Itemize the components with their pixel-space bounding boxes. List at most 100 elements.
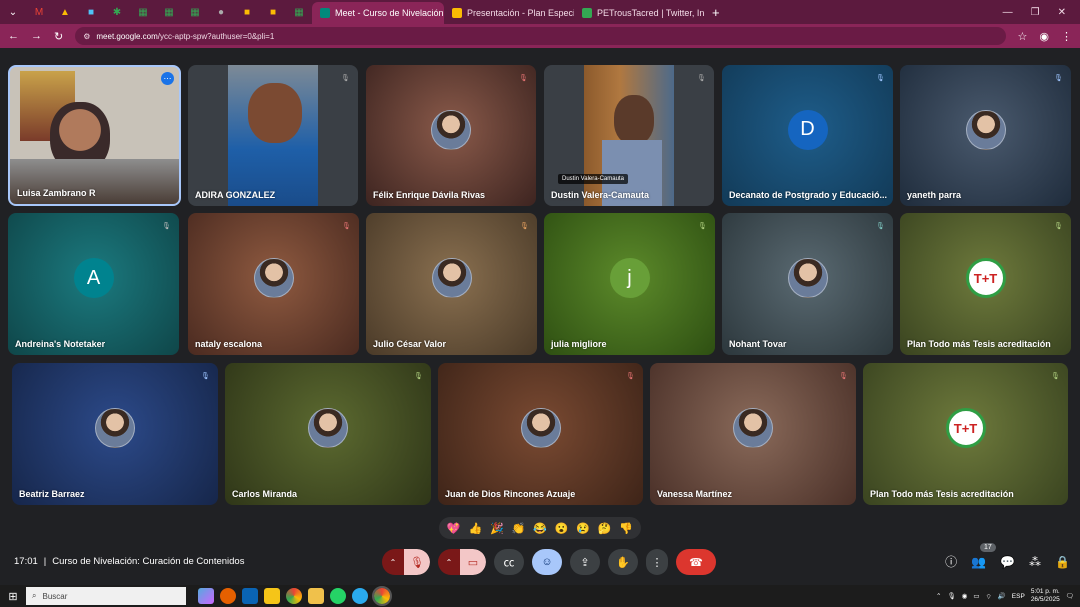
whatsapp-icon[interactable] <box>330 588 346 604</box>
reaction-heart-icon[interactable]: 💖 <box>447 522 461 535</box>
reaction-thumbs-up-icon[interactable]: 👍 <box>468 522 482 535</box>
reaction-clap-icon[interactable]: 👏 <box>512 522 526 535</box>
more-options-button[interactable]: ⋮ <box>646 549 668 575</box>
mic-options-icon[interactable]: ⌃ <box>382 549 404 575</box>
camera-options-icon[interactable]: ⌃ <box>438 549 460 575</box>
pinned-tab[interactable]: ▦ <box>130 0 156 24</box>
pinned-tab[interactable]: ▲ <box>52 0 78 24</box>
face <box>248 83 302 143</box>
chrome-profile-icon[interactable] <box>372 586 392 606</box>
telegram-icon[interactable] <box>352 588 368 604</box>
taskbar-clock[interactable]: 5:01 p. m. 26/5/2025 <box>1031 588 1060 604</box>
sticky-notes-icon[interactable] <box>264 588 280 604</box>
tray-wifi-icon[interactable]: ⌔ <box>986 592 992 601</box>
participant-name: Dustin Valera-Camauta <box>551 190 650 200</box>
participant-tile[interactable]: 🎙 Félix Enrique Dávila Rivas <box>366 65 536 206</box>
profile-avatar[interactable]: ◉ <box>1039 30 1049 43</box>
pinned-tab[interactable]: ■ <box>260 0 286 24</box>
pinned-tab[interactable]: ▦ <box>156 0 182 24</box>
camera-off-button[interactable]: ▭ <box>460 549 486 575</box>
participant-tile[interactable]: A 🎙 Andreina's Notetaker <box>8 213 179 355</box>
tab-meet[interactable]: Meet - Curso de Nivelación ✕ <box>312 2 444 24</box>
host-controls-icon[interactable]: 🔒 <box>1055 555 1070 569</box>
site-info-icon[interactable]: ⚙ <box>83 32 90 41</box>
reaction-sad-icon[interactable]: 😢 <box>576 522 590 535</box>
participant-name: Vanessa Martínez <box>657 489 733 499</box>
restore-icon[interactable]: ❐ <box>1031 7 1040 18</box>
url-host: meet.google.com <box>96 31 158 41</box>
copilot-icon[interactable] <box>198 588 214 604</box>
bookmark-star-icon[interactable]: ☆ <box>1018 30 1028 43</box>
new-tab-button[interactable]: + <box>704 5 728 24</box>
reaction-thinking-icon[interactable]: 🤔 <box>598 522 612 535</box>
tray-volume-icon[interactable]: 🔊 <box>998 592 1006 600</box>
muted-mic-icon: 🎙 <box>201 372 210 380</box>
tab-twitter[interactable]: PETrousTacred | Twitter, Instagr ✕ <box>574 2 704 24</box>
participant-tile[interactable]: T+T 🎙 Plan Todo más Tesis acreditación <box>863 363 1068 505</box>
windows-taskbar: ⊞ ⌕ Buscar ⌃ 🎙 ◉ ▭ ⌔ 🔊 ESP 5:01 p. m. 26… <box>0 585 1080 607</box>
participant-tile[interactable]: ⋯ Luisa Zambrano R <box>8 65 181 206</box>
pinned-tab[interactable]: ■ <box>78 0 104 24</box>
tray-chrome-icon[interactable]: ◉ <box>962 592 968 600</box>
tab-presentation[interactable]: Presentación - Plan Especial Tu ✕ <box>444 2 574 24</box>
mic-off-button[interactable]: 🎙 <box>404 549 430 575</box>
reload-icon[interactable]: ↻ <box>54 30 63 43</box>
participant-tile[interactable]: 🎙 yaneth parra <box>900 65 1071 206</box>
participant-tile[interactable]: 🎙 Juan de Dios Rincones Azuaje <box>438 363 643 505</box>
tray-display-icon[interactable]: ▭ <box>973 592 979 600</box>
leave-call-button[interactable]: ☎ <box>676 549 716 575</box>
tab-title: Presentación - Plan Especial Tu <box>467 8 574 18</box>
pinned-tab[interactable]: ▦ <box>286 0 312 24</box>
tab-list-button[interactable]: ⌄ <box>0 0 26 24</box>
captions-button[interactable]: ㏄ <box>494 549 524 575</box>
participant-tile[interactable]: T+T 🎙 Plan Todo más Tesis acreditación <box>900 213 1071 355</box>
reactions-button[interactable]: ☺ <box>532 549 562 575</box>
forward-icon[interactable]: → <box>31 30 42 42</box>
language-indicator[interactable]: ESP <box>1012 593 1025 600</box>
participant-tile[interactable]: 🎙 nataly escalona <box>188 213 359 355</box>
close-window-icon[interactable]: ✕ <box>1058 7 1066 18</box>
participant-tile[interactable]: D 🎙 Decanato de Postgrado y Educació... <box>722 65 893 206</box>
taskbar-search-input[interactable]: ⌕ Buscar <box>26 587 186 605</box>
pinned-tab[interactable]: M <box>26 0 52 24</box>
participant-tile[interactable]: j 🎙 julia migliore <box>544 213 715 355</box>
participant-tile[interactable]: 🎙 Beatriz Barraez <box>12 363 218 505</box>
participant-tile[interactable]: 🎙 ADIRA GONZALEZ <box>188 65 358 206</box>
activities-icon[interactable]: ⁂ <box>1029 555 1041 569</box>
reaction-laugh-icon[interactable]: 😂 <box>533 522 547 535</box>
pinned-tab[interactable]: ▦ <box>182 0 208 24</box>
file-explorer-icon[interactable] <box>308 588 324 604</box>
muted-mic-icon: 🎙 <box>341 74 350 82</box>
reaction-thumbs-down-icon[interactable]: 👎 <box>619 522 633 535</box>
meeting-details-icon[interactable]: ⓘ <box>945 553 957 570</box>
present-screen-button[interactable]: ⇪ <box>570 549 600 575</box>
chat-icon[interactable]: 💬 <box>1000 555 1015 569</box>
avatar <box>308 408 348 448</box>
outlook-icon[interactable] <box>242 588 258 604</box>
participant-tile[interactable]: 🎙 Julio César Valor <box>366 213 537 355</box>
menu-icon[interactable]: ⋮ <box>1061 30 1072 43</box>
url-input[interactable]: ⚙ meet.google.com/ycc-aptp-spw?authuser=… <box>75 27 1006 45</box>
avatar: D <box>787 109 828 150</box>
notifications-icon[interactable]: 🗨 <box>1066 592 1074 600</box>
video-feed <box>584 65 674 206</box>
participant-tile[interactable]: 🎙 Carlos Miranda <box>225 363 431 505</box>
chrome-icon[interactable] <box>286 588 302 604</box>
participant-tile[interactable]: Dustin Valera-Camauta 🎙 Dustin Valera-Ca… <box>544 65 714 206</box>
pinned-tab[interactable]: ✱ <box>104 0 130 24</box>
reaction-party-icon[interactable]: 🎉 <box>490 522 504 535</box>
tray-chevron-icon[interactable]: ⌃ <box>936 592 941 600</box>
raise-hand-button[interactable]: ✋ <box>608 549 638 575</box>
more-options-icon[interactable]: ⋯ <box>161 72 174 85</box>
pinned-tab[interactable]: ■ <box>234 0 260 24</box>
people-icon[interactable]: 👥 <box>971 555 986 569</box>
windows-start-icon[interactable]: ⊞ <box>0 590 26 603</box>
tray-mic-icon[interactable]: 🎙 <box>947 592 955 600</box>
participant-tile[interactable]: 🎙 Nohant Tovar <box>722 213 893 355</box>
back-icon[interactable]: ← <box>8 30 19 42</box>
pinned-tab[interactable]: ● <box>208 0 234 24</box>
reaction-surprised-icon[interactable]: 😮 <box>555 522 569 535</box>
participant-tile[interactable]: 🎙 Vanessa Martínez <box>650 363 856 505</box>
firefox-icon[interactable] <box>220 588 236 604</box>
minimize-icon[interactable]: — <box>1003 7 1013 18</box>
